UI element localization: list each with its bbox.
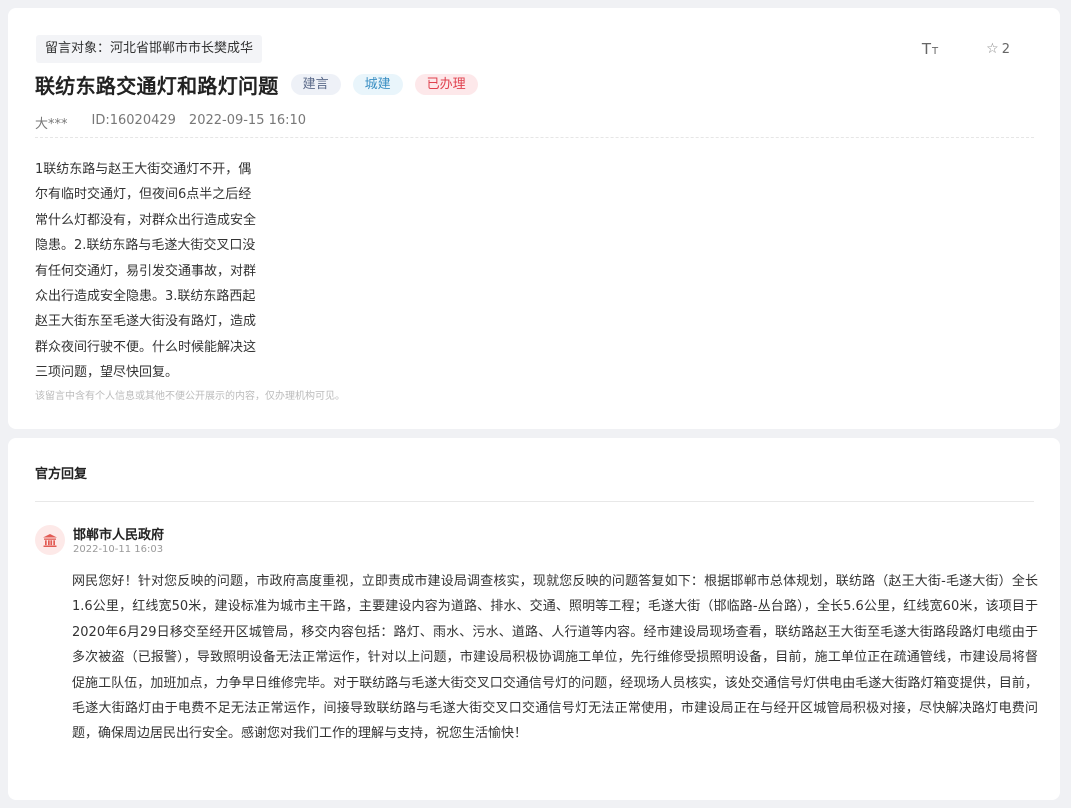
type-tag: 建言: [290, 74, 341, 95]
divider: [35, 501, 1034, 502]
message-content: 1联纺东路与赵王大街交通灯不开，偶尔有临时交通灯，但夜间6点半之后经常什么灯都没…: [35, 162, 257, 381]
section-title: 官方回复: [35, 467, 88, 482]
field-tag: 城建: [352, 74, 403, 95]
status-badge: 已办理: [414, 74, 478, 95]
page-title: 联纺东路交通灯和路灯问题: [35, 74, 279, 98]
font-size-icon-small: T: [932, 45, 939, 57]
message-id: ID:16020429: [91, 113, 176, 128]
star-icon: ☆: [986, 41, 999, 57]
favorite-button[interactable]: ☆ 2: [986, 41, 1010, 57]
message-meta: 大*** ID:16020429 2022-09-15 16:10: [35, 113, 306, 132]
toolbar: TT ☆ 2: [922, 41, 1010, 57]
reply-organization: 邯郸市人民政府: [73, 528, 165, 543]
divider: [35, 137, 1034, 138]
message-target: 留言对象：河北省邯郸市市长樊成华: [36, 35, 263, 63]
government-building-icon: [35, 525, 65, 555]
font-size-icon-large: T: [921, 39, 932, 58]
reply-content: 网民您好！针对您反映的问题，市政府高度重视，立即责成市建设局调查核实，现就您反映…: [72, 574, 1038, 742]
message-datetime: 2022-09-15 16:10: [188, 113, 307, 128]
message-card: 留言对象：河北省邯郸市市长樊成华 TT ☆ 2 联纺东路交通灯和路灯问题 建言 …: [8, 8, 1060, 429]
reply-date: 2022-10-11 16:03: [73, 544, 164, 555]
privacy-notice: 该留言中含有个人信息或其他不便公开展示的内容，仅办理机构可见。: [35, 391, 345, 402]
font-size-icon[interactable]: TT: [921, 39, 939, 58]
official-reply-card: 官方回复 邯郸市人民政府 2022-10-11 16:03 网民您好！针对您反映…: [8, 438, 1060, 800]
favorite-count: 2: [1001, 41, 1010, 57]
title-row: 联纺东路交通灯和路灯问题 建言 城建 已办理: [35, 70, 478, 99]
author-name: 大***: [35, 117, 68, 132]
